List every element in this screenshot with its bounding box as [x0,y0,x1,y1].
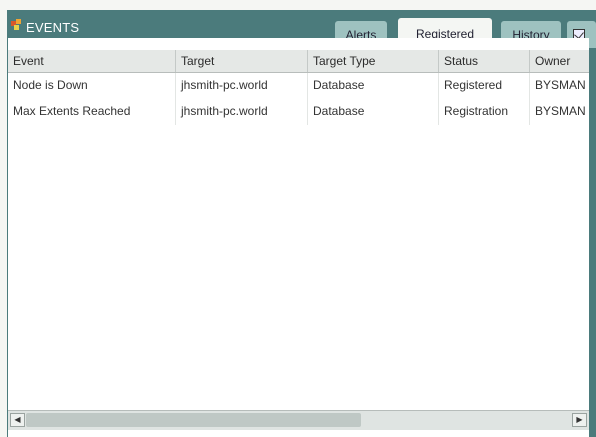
table-body: Node is Down jhsmith-pc.world Database R… [8,73,589,125]
events-table-area: Event Target Target Type Status Owner No… [8,38,589,437]
cell-event: Node is Down [8,73,176,99]
arrow-left-icon[interactable]: ◀ [10,413,25,427]
cell-status: Registered [439,73,530,99]
column-header-target-type[interactable]: Target Type [308,50,439,72]
arrow-right-icon[interactable]: ▶ [572,413,587,427]
table-row[interactable]: Max Extents Reached jhsmith-pc.world Dat… [8,99,589,125]
cell-target: jhsmith-pc.world [176,99,308,125]
events-flag-icon [11,19,21,30]
cell-target: jhsmith-pc.world [176,73,308,99]
horizontal-scrollbar[interactable]: ◀ ▶ [8,410,589,430]
table-header: Event Target Target Type Status Owner [8,50,589,73]
window-title: EVENTS [26,20,80,35]
cell-owner: BYSMAN [535,104,586,118]
scrollbar-thumb[interactable] [26,413,361,427]
column-header-target[interactable]: Target [176,50,308,72]
column-header-owner[interactable]: Owner [530,50,589,72]
cell-event: Max Extents Reached [8,99,176,125]
column-header-status[interactable]: Status [439,50,530,72]
cell-owner: BYSMAN [535,78,586,92]
column-header-event[interactable]: Event [8,50,176,72]
cell-target-type: Database [308,99,439,125]
table-row[interactable]: Node is Down jhsmith-pc.world Database R… [8,73,589,99]
cell-status: Registration [439,99,530,125]
cell-target-type: Database [308,73,439,99]
